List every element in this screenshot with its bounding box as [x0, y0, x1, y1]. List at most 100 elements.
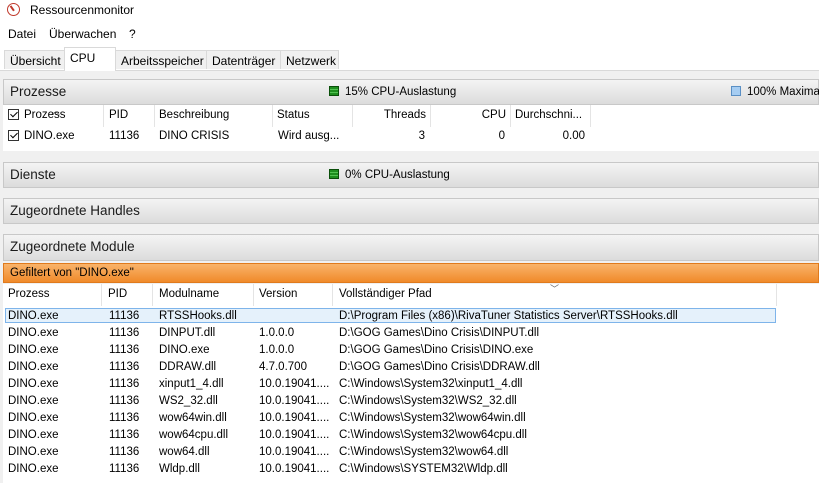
module-row-pid: 11136 [109, 378, 140, 390]
table-row[interactable]: DINO.exe 11136 wow64win.dll 10.0.19041.... C… [3, 410, 819, 427]
module-row-name: DDRAW.dll [159, 361, 217, 373]
module-row-pid: 11136 [109, 395, 140, 407]
process-checkbox[interactable] [8, 130, 19, 141]
module-row-version: 10.0.19041.... [259, 446, 330, 458]
handles-section-header[interactable]: Zugeordnete Handles [3, 198, 819, 224]
module-row-path: D:\GOG Games\Dino Crisis\DDRAW.dll [339, 361, 540, 373]
tab-arbeitsspeicher[interactable]: Arbeitsspeicher [115, 50, 207, 69]
tab-uebersicht[interactable]: Übersicht [4, 50, 65, 69]
col-header-status[interactable]: Status [273, 105, 353, 127]
module-row-process: DINO.exe [8, 344, 59, 356]
module-row-path: C:\Windows\System32\wow64cpu.dll [339, 429, 527, 441]
module-row-pid: 11136 [109, 327, 140, 339]
row-process: DINO.exe [8, 130, 75, 142]
mod-col-pfad[interactable]: Vollständiger Pfad [333, 284, 777, 306]
module-row-process: DINO.exe [8, 412, 59, 424]
col-header-average[interactable]: Durchschni... [511, 105, 591, 127]
module-row-name: WS2_32.dll [159, 395, 218, 407]
table-row[interactable]: DINO.exe 11136 DINO CRISIS Wird ausg... … [3, 128, 819, 144]
cpu-tab-content: Prozesse 15% CPU-Auslastung 100% Maximal… [0, 71, 819, 483]
table-row[interactable]: DINO.exe 11136 DDRAW.dll 4.7.0.700 D:\GOG Ga… [3, 359, 819, 376]
module-row-pid: 11136 [109, 361, 140, 373]
module-row-process: DINO.exe [8, 361, 59, 373]
col-header-threads[interactable]: Threads [353, 105, 431, 127]
tab-bar: Übersicht CPU Arbeitsspeicher Datenträge… [0, 47, 819, 71]
module-row-name: Wldp.dll [159, 463, 200, 475]
module-row-version: 1.0.0.0 [259, 327, 295, 339]
processes-cpu-usage: 15% CPU-Auslastung [329, 86, 456, 98]
tab-cpu[interactable]: CPU [64, 47, 116, 71]
module-row-process: DINO.exe [8, 378, 59, 390]
menu-ueberwachen[interactable]: Überwachen [49, 27, 116, 41]
mod-col-modulname[interactable]: Modulname [153, 284, 254, 306]
col-header-beschreibung[interactable]: Beschreibung [155, 105, 273, 127]
table-row[interactable]: DINO.exe 11136 WS2_32.dll 10.0.19041.... C:\… [3, 393, 819, 410]
module-row-version: 10.0.19041.... [259, 412, 330, 424]
menu-help[interactable]: ? [129, 27, 136, 41]
table-row[interactable]: DINO.exe 11136 xinput1_4.dll 10.0.19041....… [3, 376, 819, 393]
col-header-cpu[interactable]: CPU [431, 105, 511, 127]
modules-title: Zugeordnete Module [10, 239, 135, 254]
module-row-version: 10.0.19041.... [259, 395, 330, 407]
table-row[interactable]: DINO.exe 11136 DINO.exe 1.0.0.0 D:\GOG Games… [3, 342, 819, 359]
module-row-path: C:\Windows\System32\xinput1_4.dll [339, 378, 523, 390]
table-row[interactable]: DINO.exe 11136 DINPUT.dll 1.0.0.0 D:\GOG Gam… [3, 325, 819, 342]
filter-bar[interactable]: Gefiltert von "DINO.exe" [3, 263, 819, 283]
module-row-name: DINO.exe [159, 344, 210, 356]
table-row[interactable]: DINO.exe 11136 wow64.dll 10.0.19041.... C:\W… [3, 444, 819, 461]
module-row-path: D:\GOG Games\Dino Crisis\DINPUT.dll [339, 327, 540, 339]
module-row-name: xinput1_4.dll [159, 378, 224, 390]
modules-section-header[interactable]: Zugeordnete Module [3, 234, 819, 261]
module-row-version: 10.0.19041.... [259, 463, 330, 475]
cpu-usage-indicator-icon [329, 86, 339, 96]
table-row[interactable]: DINO.exe 11136 wow64cpu.dll 10.0.19041.... C… [3, 427, 819, 444]
module-row-process: DINO.exe [8, 446, 59, 458]
window-title: Ressourcenmonitor [30, 3, 135, 17]
module-row-pid: 11136 [109, 446, 140, 458]
module-row-name: RTSSHooks.dll [159, 310, 237, 322]
mod-col-version[interactable]: Version [254, 284, 333, 306]
menu-datei[interactable]: Datei [8, 27, 36, 41]
table-row[interactable]: DINO.exe 11136 RTSSHooks.dll D:\Program Fil… [3, 308, 819, 325]
module-row-version: 1.0.0.0 [259, 344, 295, 356]
mod-col-prozess[interactable]: Prozess [3, 284, 102, 306]
row-cpu: 0 [498, 130, 505, 142]
module-row-pid: 11136 [109, 344, 140, 356]
resource-monitor-icon [7, 3, 20, 16]
col-header-prozess[interactable]: Prozess [3, 105, 104, 127]
col-prozess-label: Prozess [24, 109, 66, 121]
module-row-pid: 11136 [109, 310, 140, 322]
module-row-path: C:\Windows\System32\wow64win.dll [339, 412, 526, 424]
module-row-pid: 11136 [109, 412, 140, 424]
processes-table: ︿ Prozess PID Beschreibung Status Thread… [3, 105, 819, 151]
module-row-path: C:\Windows\System32\WS2_32.dll [339, 395, 517, 407]
services-section-header[interactable]: Dienste 0% CPU-Auslastung [3, 162, 819, 188]
title-bar: Ressourcenmonitor [0, 0, 819, 22]
filter-label: Gefiltert von "DINO.exe" [10, 267, 134, 279]
max-frequency: 100% Maximal [731, 86, 819, 98]
processes-section-header[interactable]: Prozesse 15% CPU-Auslastung 100% Maximal [3, 79, 819, 105]
max-frequency-label: 100% Maximal [747, 86, 819, 98]
module-row-process: DINO.exe [8, 463, 59, 475]
tab-netzwerk[interactable]: Netzwerk [280, 50, 339, 69]
table-row[interactable]: DINO.exe 11136 Wldp.dll 10.0.19041.... C:\Wi… [3, 461, 819, 478]
col-header-pid[interactable]: PID [104, 105, 155, 127]
module-row-version: 10.0.19041.... [259, 378, 330, 390]
mod-col-pid[interactable]: PID [102, 284, 153, 306]
modules-table: ﹀ Prozess PID Modulname Version Vollstän… [3, 284, 819, 483]
module-row-name: DINPUT.dll [159, 327, 216, 339]
module-row-path: D:\GOG Games\Dino Crisis\DINO.exe [339, 344, 534, 356]
module-row-path: D:\Program Files (x86)\RivaTuner Statist… [339, 310, 678, 322]
module-row-name: wow64win.dll [159, 412, 227, 424]
module-row-process: DINO.exe [8, 310, 59, 322]
select-all-checkbox[interactable] [8, 109, 19, 120]
module-row-name: wow64cpu.dll [159, 429, 229, 441]
tab-datentraeger[interactable]: Datenträger [206, 50, 281, 69]
max-frequency-indicator-icon [731, 86, 741, 96]
row-threads: 3 [418, 130, 425, 142]
row-status: Wird ausg... [278, 130, 340, 142]
module-row-name: wow64.dll [159, 446, 210, 458]
processes-title: Prozesse [10, 84, 67, 99]
services-title: Dienste [10, 167, 56, 182]
module-row-path: C:\Windows\SYSTEM32\Wldp.dll [339, 463, 508, 475]
